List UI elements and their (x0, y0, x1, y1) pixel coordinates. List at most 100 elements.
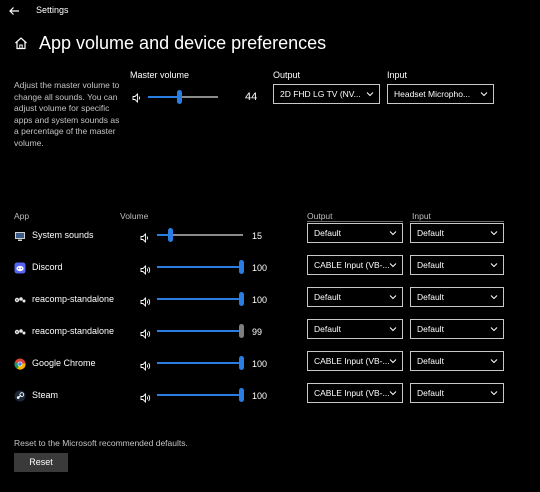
app-input-value: Default (417, 228, 444, 238)
app-input-value: Default (417, 292, 444, 302)
chevron-down-icon (490, 263, 498, 268)
app-input-dropdown[interactable]: Default (410, 255, 504, 275)
app-name: Steam (32, 390, 59, 400)
app-volume-value: 15 (252, 231, 263, 241)
master-output-dropdown[interactable]: 2D FHD LG TV (NV... (273, 84, 380, 104)
page-description: Adjust the master volume to change all s… (14, 80, 120, 148)
master-volume-value: 44 (245, 91, 258, 103)
input-label: Input (387, 70, 408, 80)
app-output-dropdown[interactable]: CABLE Input (VB-... (307, 383, 403, 403)
slider-fill (157, 298, 241, 300)
app-output-dropdown[interactable]: Default (307, 287, 403, 307)
app-name: reacomp-standalone (32, 294, 115, 304)
app-output-value: CABLE Input (VB-... (314, 356, 390, 366)
app-output-value: CABLE Input (VB-... (314, 260, 390, 270)
app-name: Discord (32, 262, 63, 272)
speaker-icon[interactable] (140, 294, 151, 308)
chevron-down-icon (389, 327, 397, 332)
app-input-value: Default (417, 356, 444, 366)
slider-thumb[interactable] (239, 260, 244, 274)
app-output-value: Default (314, 228, 341, 238)
app-name: reacomp-standalone (32, 326, 115, 336)
app-output-dropdown[interactable]: Default (307, 223, 403, 243)
app-volume-value: 100 (252, 263, 268, 273)
input-column-header: Input (412, 211, 431, 221)
output-header-divider (307, 221, 403, 222)
app-name: System sounds (32, 230, 94, 240)
speaker-icon[interactable] (140, 230, 151, 244)
home-icon[interactable] (14, 36, 28, 50)
app-volume-slider[interactable] (157, 292, 244, 306)
speaker-icon[interactable] (140, 262, 151, 276)
app-input-dropdown[interactable]: Default (410, 287, 504, 307)
app-output-dropdown[interactable]: CABLE Input (VB-... (307, 255, 403, 275)
back-arrow-icon[interactable] (8, 5, 20, 17)
app-volume-slider[interactable] (157, 356, 244, 370)
slider-fill (148, 96, 179, 98)
speaker-icon[interactable] (140, 358, 151, 372)
slider-thumb[interactable] (239, 292, 244, 306)
page-title: App volume and device preferences (39, 33, 327, 53)
chevron-down-icon (480, 92, 488, 97)
speaker-icon[interactable] (140, 390, 151, 404)
reacomp-icon (14, 293, 26, 305)
app-output-dropdown[interactable]: CABLE Input (VB-... (307, 351, 403, 371)
reset-description: Reset to the Microsoft recommended defau… (14, 438, 188, 448)
app-input-dropdown[interactable]: Default (410, 319, 504, 339)
discord-icon (14, 261, 26, 274)
chevron-down-icon (366, 92, 374, 97)
reset-button[interactable]: Reset (14, 453, 68, 472)
chevron-down-icon (490, 231, 498, 236)
slider-fill (157, 394, 241, 396)
chevron-down-icon (389, 231, 397, 236)
app-volume-value: 100 (252, 391, 268, 401)
output-label: Output (273, 70, 301, 80)
reacomp-icon (14, 325, 26, 337)
slider-fill (157, 266, 241, 268)
volume-column-header: Volume (120, 211, 149, 221)
slider-thumb[interactable] (239, 356, 244, 370)
speaker-icon[interactable] (140, 326, 151, 340)
app-volume-slider[interactable] (157, 228, 243, 242)
chevron-down-icon (490, 327, 498, 332)
app-input-dropdown[interactable]: Default (410, 383, 504, 403)
chevron-down-icon (490, 295, 498, 300)
app-output-value: Default (314, 324, 341, 334)
slider-thumb[interactable] (239, 324, 244, 338)
chevron-down-icon (490, 359, 498, 364)
master-volume-slider[interactable] (148, 90, 218, 104)
app-volume-value: 100 (252, 359, 268, 369)
master-output-value: 2D FHD LG TV (NV... (280, 89, 361, 99)
chevron-down-icon (389, 391, 397, 396)
input-header-divider (410, 221, 504, 222)
app-column-header: App (14, 211, 30, 221)
slider-fill (157, 362, 241, 364)
chevron-down-icon (389, 359, 397, 364)
app-output-dropdown[interactable]: Default (307, 319, 403, 339)
app-volume-slider[interactable] (157, 388, 244, 402)
steam-icon (14, 389, 26, 402)
app-volume-slider[interactable] (157, 324, 244, 338)
app-input-dropdown[interactable]: Default (410, 351, 504, 371)
chrome-icon (14, 357, 26, 370)
slider-thumb[interactable] (239, 388, 244, 402)
app-output-value: Default (314, 292, 341, 302)
app-input-value: Default (417, 324, 444, 334)
app-volume-slider[interactable] (157, 260, 244, 274)
master-input-dropdown[interactable]: Headset Micropho... (387, 84, 494, 104)
chevron-down-icon (490, 391, 498, 396)
system-sounds-icon (14, 229, 26, 241)
speaker-icon[interactable] (132, 93, 143, 103)
app-output-value: CABLE Input (VB-... (314, 388, 390, 398)
app-input-value: Default (417, 260, 444, 270)
window-title: Settings (36, 5, 69, 15)
master-volume-label: Master volume (130, 70, 190, 80)
slider-thumb[interactable] (167, 228, 173, 242)
master-input-value: Headset Micropho... (394, 89, 471, 99)
app-name: Google Chrome (32, 358, 96, 368)
app-volume-value: 100 (252, 295, 268, 305)
chevron-down-icon (389, 263, 397, 268)
slider-thumb[interactable] (176, 90, 182, 104)
slider-fill (157, 330, 241, 332)
app-input-dropdown[interactable]: Default (410, 223, 504, 243)
